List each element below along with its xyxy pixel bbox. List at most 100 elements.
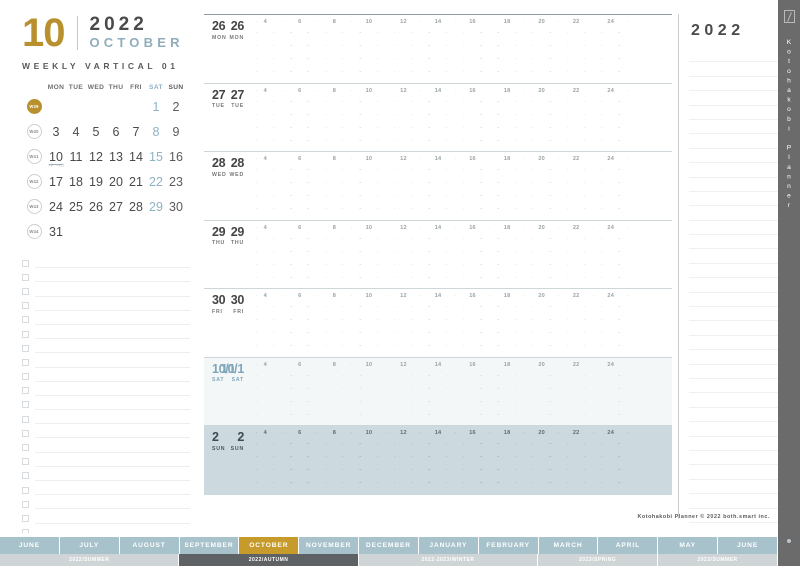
note-line[interactable] [689,149,778,164]
checkbox[interactable] [22,500,29,508]
note-line[interactable] [689,91,778,106]
checklist-row[interactable] [22,270,190,284]
calendar-day-3[interactable]: 3 [46,125,66,139]
checklist-row[interactable] [22,384,190,398]
time-dot-grid[interactable] [248,371,628,422]
calendar-day-8[interactable]: 8 [146,125,166,139]
checklist-write-line[interactable] [35,380,190,382]
month-tab-june[interactable]: JUNE [718,537,778,554]
planner-day-row[interactable]: 26 MON 26 MON 4 · 6 · 8 · 10 · 12 · 14 · 16 · 18 · 20 · 22 · 24 ·… [204,15,672,84]
checklist-write-line[interactable] [35,295,190,297]
note-line[interactable] [689,206,778,221]
time-dot-grid[interactable] [248,234,628,285]
checklist-write-line[interactable] [35,338,190,340]
season-tabs[interactable]: 2022/SUMMER 2022/AUTUMN 2022-2023/WINTER 20… [0,554,779,566]
planner-day-row[interactable]: 27 TUE 27 TUE 4 · 6 · 8 · 10 · 12 · 14 · 16 · 18 · 20 · 22 · 24 ·… [204,84,672,152]
month-tab-june[interactable]: JUNE [0,537,60,554]
checklist-row[interactable] [22,256,190,270]
week-number-badge[interactable]: W42 [26,174,42,189]
week-number-badge[interactable]: W44 [26,224,42,239]
note-line[interactable] [689,307,778,322]
note-line[interactable] [689,221,778,236]
note-line[interactable] [689,321,778,336]
note-line[interactable] [689,264,778,279]
calendar-day-17[interactable]: 17 [46,175,66,189]
note-line[interactable] [689,336,778,351]
notes-lines[interactable] [689,48,778,523]
checkbox[interactable] [22,458,29,466]
checklist-write-line[interactable] [35,423,190,425]
checklist-row[interactable] [22,483,190,497]
note-line[interactable] [689,465,778,480]
checklist-row[interactable] [22,497,190,511]
note-line[interactable] [689,249,778,264]
checklist-write-line[interactable] [35,437,190,439]
calendar-day-15[interactable]: 15 [146,150,166,164]
checklist-write-line[interactable] [35,281,190,283]
checkbox[interactable] [22,387,29,395]
note-line[interactable] [689,120,778,135]
note-line[interactable] [689,379,778,394]
checkbox[interactable] [22,344,29,352]
checklist-row[interactable] [22,398,190,412]
week-number-badge[interactable]: W40 [26,124,42,139]
checkbox[interactable] [22,444,29,452]
week-number-badge[interactable]: W39 [26,99,42,114]
checklist-row[interactable] [22,426,190,440]
checklist-row[interactable] [22,299,190,313]
checklist-row[interactable] [22,284,190,298]
note-line[interactable] [689,178,778,192]
checklist-row[interactable] [22,455,190,469]
checkbox[interactable] [22,472,29,480]
calendar-day-31[interactable]: 31 [46,225,66,239]
checklist-write-line[interactable] [35,352,190,354]
calendar-day-27[interactable]: 27 [106,200,126,214]
checkbox[interactable] [22,273,29,281]
checklist-write-line[interactable] [35,522,190,524]
month-tab-november[interactable]: NOVEMBER [299,537,360,554]
calendar-day-16[interactable]: 16 [166,150,186,164]
month-tab-july[interactable]: JULY [59,537,120,554]
calendar-day-4[interactable]: 4 [66,125,86,139]
season-tab[interactable]: 2023/SUMMER [658,554,779,566]
month-tab-january[interactable]: JANUARY [418,537,479,554]
calendar-day-11[interactable]: 11 [66,150,86,164]
note-line[interactable] [689,350,778,365]
month-tabs[interactable]: JUNE JULY AUGUST SEPTEMBER OCTOBER NOVEMBER DE… [0,537,778,554]
week-number-badge[interactable]: W41 [26,149,42,164]
note-line[interactable] [689,106,778,120]
calendar-day-14[interactable]: 14 [126,150,146,164]
note-line[interactable] [689,437,778,451]
note-line[interactable] [689,408,778,423]
planner-day-row[interactable]: 2 SUN 2 SUN 4 · 6 · 8 · 10 · 12 · 14 · 16 · 18 · 20 · 22 · 24 · · [204,426,672,495]
note-line[interactable] [689,451,778,466]
calendar-day-7[interactable]: 7 [126,125,146,139]
note-line[interactable] [689,278,778,293]
calendar-day-18[interactable]: 18 [66,175,86,189]
planner-day-row[interactable]: 30 FRI 30 FRI 4 · 6 · 8 · 10 · 12 · 14 · 16 · 18 · 20 · 22 · 24 ·… [204,289,672,358]
week-number-badge[interactable]: W43 [26,199,42,214]
checkbox[interactable] [22,330,29,338]
checklist-write-line[interactable] [35,409,190,411]
calendar-day-30[interactable]: 30 [166,200,186,214]
note-line[interactable] [689,192,778,207]
month-tab-october[interactable]: OCTOBER [239,537,300,554]
calendar-day-9[interactable]: 9 [166,125,186,139]
checkbox[interactable] [22,358,29,366]
calendar-day-26[interactable]: 26 [86,200,106,214]
calendar-day-23[interactable]: 23 [166,175,186,189]
season-tab[interactable]: 2022-2023/WINTER [358,554,539,566]
checklist-write-line[interactable] [35,267,190,269]
checklist-row[interactable] [22,440,190,454]
month-tab-february[interactable]: FEBRUARY [478,537,539,554]
note-line[interactable] [689,293,778,308]
calendar-day-28[interactable]: 28 [126,200,146,214]
calendar-day-10[interactable]: 10 スポーツの日 [46,149,66,167]
note-line[interactable] [689,235,778,250]
calendar-day-29[interactable]: 29 [146,200,166,214]
checklist-write-line[interactable] [35,323,190,325]
calendar-day-19[interactable]: 19 [86,175,106,189]
calendar-day-13[interactable]: 13 [106,150,126,164]
checkbox[interactable] [22,373,29,381]
note-line[interactable] [689,77,778,92]
